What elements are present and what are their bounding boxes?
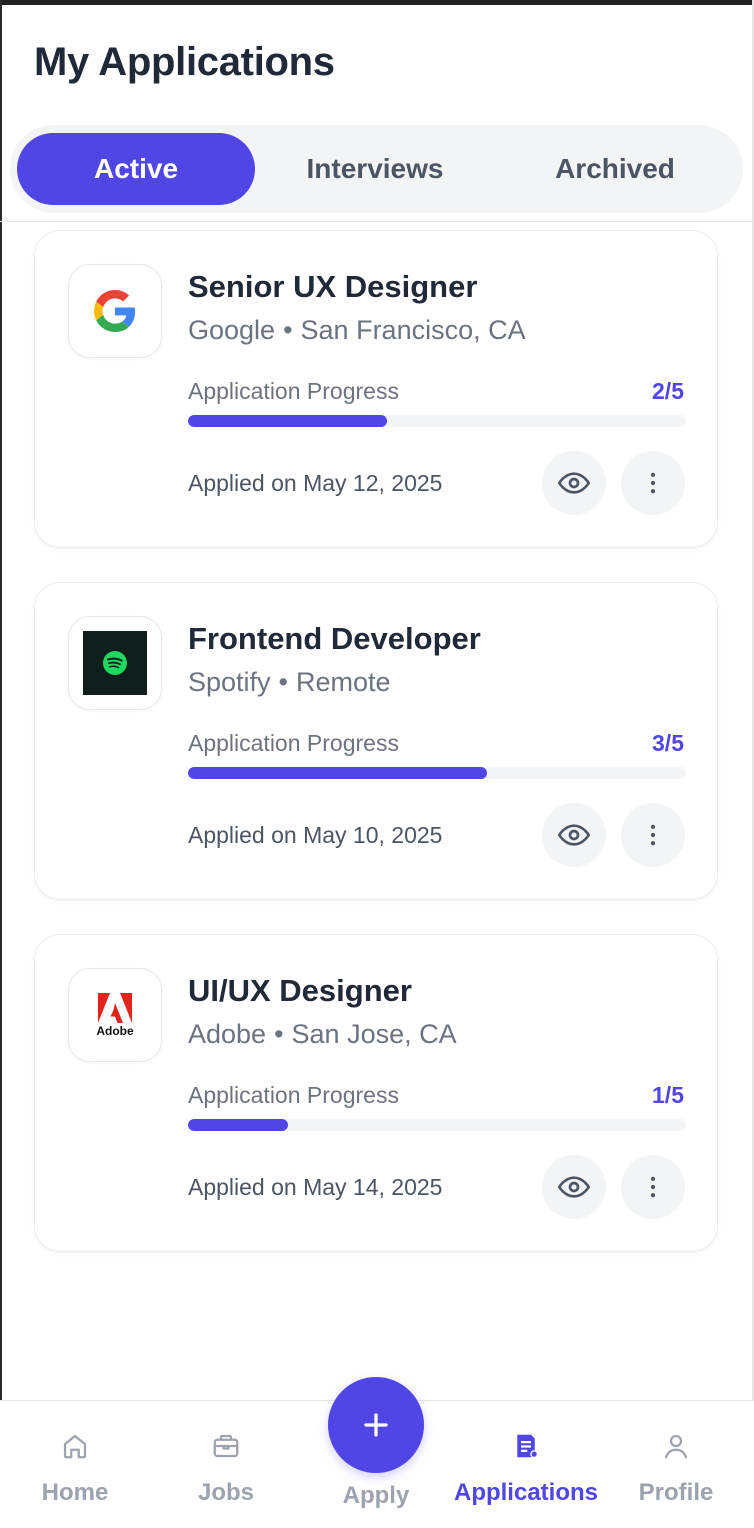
- company-name: Spotify: [188, 667, 271, 697]
- meta-separator: •: [283, 315, 293, 345]
- applied-date: Applied on May 14, 2025: [188, 1174, 443, 1200]
- progress-bar: [188, 1119, 686, 1131]
- adobe-wordmark: Adobe: [96, 1023, 134, 1038]
- document-icon: [517, 1434, 538, 1458]
- nav-label: Jobs: [197, 1479, 254, 1506]
- window-left-edge: [0, 0, 2, 1528]
- company-logo: [68, 264, 162, 358]
- progress-label: Application Progress: [188, 378, 399, 404]
- apply-label: Apply: [342, 1482, 410, 1509]
- progress-fill: [188, 1119, 288, 1131]
- job-title: Frontend Developer: [188, 621, 481, 656]
- job-title: UI/UX Designer: [188, 973, 412, 1008]
- application-card[interactable]: Frontend Developer Spotify • Remote Applic…: [34, 582, 718, 900]
- job-location: San Jose, CA: [291, 1019, 457, 1049]
- eye-icon: [558, 824, 590, 846]
- progress-label: Application Progress: [188, 1082, 399, 1108]
- page-title: My Applications: [34, 40, 335, 84]
- more-vertical-icon: [650, 1176, 656, 1198]
- progress-value: 2/5: [652, 378, 684, 404]
- company-name: Adobe: [188, 1019, 267, 1049]
- progress-bar: [188, 767, 686, 779]
- adobe-logo-icon: Adobe: [96, 992, 134, 1038]
- plus-icon: [364, 1413, 388, 1437]
- more-options-button[interactable]: [621, 1155, 685, 1219]
- more-vertical-icon: [650, 472, 656, 494]
- user-icon: [664, 1434, 688, 1459]
- job-meta: Adobe • San Jose, CA: [188, 1019, 457, 1050]
- view-button[interactable]: [542, 803, 606, 867]
- job-title: Senior UX Designer: [188, 269, 478, 304]
- job-meta: Spotify • Remote: [188, 667, 391, 698]
- briefcase-icon: [213, 1434, 239, 1458]
- tab-archived[interactable]: Archived: [496, 133, 734, 205]
- progress-label: Application Progress: [188, 730, 399, 756]
- job-meta: Google • San Francisco, CA: [188, 315, 526, 346]
- eye-icon: [558, 472, 590, 494]
- home-icon: [63, 1434, 87, 1459]
- more-options-button[interactable]: [621, 451, 685, 515]
- progress-fill: [188, 767, 487, 779]
- view-button[interactable]: [542, 1155, 606, 1219]
- status-tabs: Active Interviews Archived: [10, 125, 743, 213]
- more-vertical-icon: [650, 824, 656, 846]
- company-logo: [68, 616, 162, 710]
- company-logo: Adobe: [68, 968, 162, 1062]
- nav-label: Applications: [453, 1479, 598, 1506]
- application-card[interactable]: Senior UX Designer Google • San Francisco,…: [34, 230, 718, 548]
- tab-interviews[interactable]: Interviews: [256, 133, 494, 205]
- nav-jobs[interactable]: Jobs: [151, 1401, 301, 1528]
- progress-value: 1/5: [652, 1082, 684, 1108]
- meta-separator: •: [274, 1019, 284, 1049]
- view-button[interactable]: [542, 451, 606, 515]
- nav-home[interactable]: Home: [0, 1401, 150, 1528]
- applied-date: Applied on May 12, 2025: [188, 470, 443, 496]
- tab-active[interactable]: Active: [17, 133, 255, 205]
- job-location: Remote: [296, 667, 391, 697]
- nav-applications[interactable]: Applications: [451, 1401, 601, 1528]
- progress-fill: [188, 415, 388, 427]
- window-top-bar: [0, 0, 754, 5]
- progress-bar: [188, 415, 686, 427]
- more-options-button[interactable]: [621, 803, 685, 867]
- spotify-logo-icon: [83, 631, 147, 695]
- meta-separator: •: [278, 667, 288, 697]
- company-name: Google: [188, 315, 276, 345]
- progress-value: 3/5: [652, 730, 684, 756]
- apply-button[interactable]: [328, 1377, 424, 1473]
- tabs-divider: [0, 221, 754, 222]
- nav-label: Profile: [638, 1479, 714, 1506]
- applied-date: Applied on May 10, 2025: [188, 822, 443, 848]
- google-logo-icon: [94, 290, 136, 332]
- job-location: San Francisco, CA: [300, 315, 526, 345]
- application-card[interactable]: Adobe UI/UX Designer Adobe • San Jose, CA …: [34, 934, 718, 1252]
- nav-label: Home: [41, 1479, 109, 1506]
- nav-profile[interactable]: Profile: [601, 1401, 751, 1528]
- eye-icon: [558, 1176, 590, 1198]
